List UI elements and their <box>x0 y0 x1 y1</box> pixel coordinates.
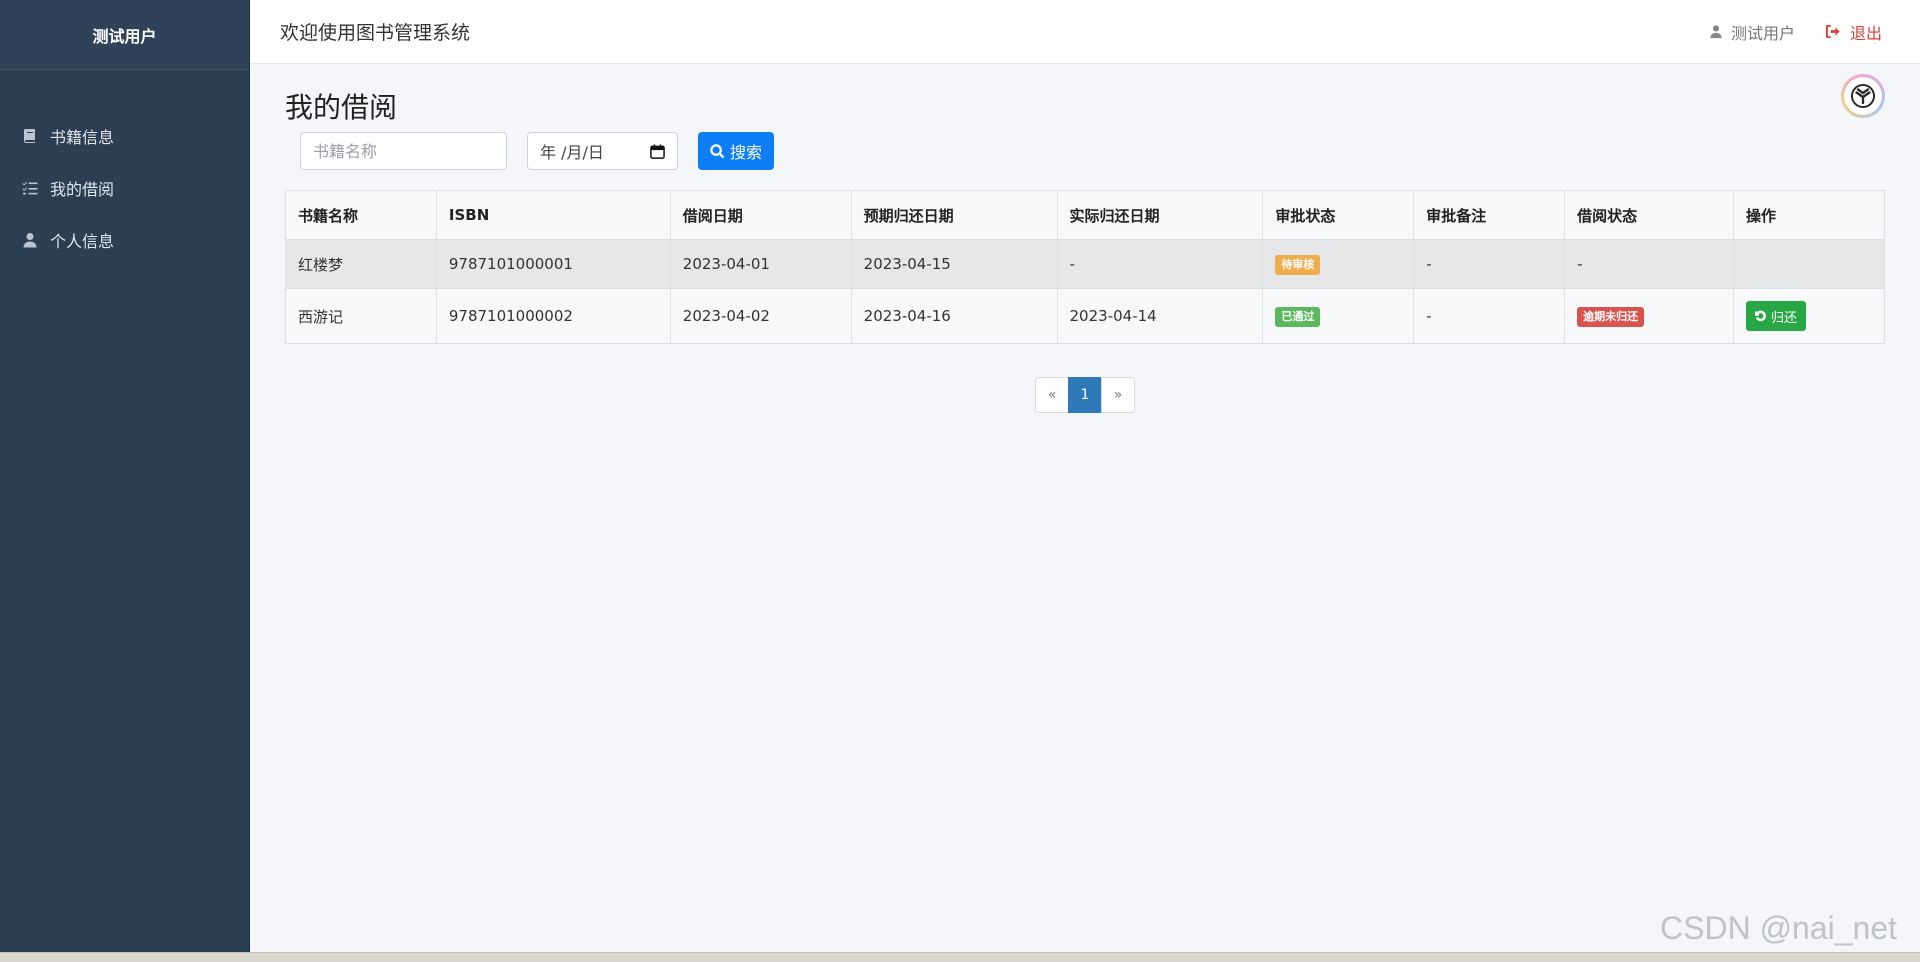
sidebar-nav: 书籍信息 我的借阅 个人信息 <box>0 110 249 266</box>
column-header: 操作 <box>1733 190 1885 240</box>
cell-borrow-status: 逾期未归还 <box>1564 288 1735 344</box>
search-button-label: 搜索 <box>730 143 763 162</box>
os-taskbar <box>0 952 1920 962</box>
sidebar-item-label: 书籍信息 <box>50 128 115 147</box>
list-check-icon <box>22 180 38 196</box>
cell-borrow-date: 2023-04-01 <box>669 239 852 289</box>
cell-book-name: 红楼梦 <box>285 239 437 289</box>
date-placeholder: 年 /月/日 <box>540 143 604 162</box>
main-content: 我的借阅 年 /月/日 搜索 书籍名称 ISBN 借阅日期 预期归还日期 实际归… <box>285 64 1885 344</box>
borrow-date-input[interactable]: 年 /月/日 <box>527 132 678 170</box>
cell-isbn: 9787101000002 <box>435 288 671 344</box>
column-header: 借阅日期 <box>669 190 852 240</box>
cell-actual-return: 2023-04-14 <box>1056 288 1264 344</box>
user-icon <box>22 232 38 248</box>
undo-icon <box>1755 310 1766 322</box>
return-button[interactable]: 归还 <box>1746 301 1807 331</box>
cell-approval-status: 已通过 <box>1262 288 1415 344</box>
column-header: 书籍名称 <box>285 190 437 240</box>
header-user[interactable]: 测试用户 <box>1709 20 1795 44</box>
table-row: 西游记 9787101000002 2023-04-02 2023-04-16 … <box>285 288 1885 344</box>
top-header: 欢迎使用图书管理系统 测试用户 退出 <box>250 0 1920 64</box>
logout-button[interactable]: 退出 <box>1825 20 1882 44</box>
search-icon <box>710 143 725 158</box>
header-right: 测试用户 退出 <box>1709 20 1882 44</box>
watermark: CSDN @nai_net <box>1660 910 1898 946</box>
column-header: 借阅状态 <box>1564 190 1735 240</box>
cell-isbn: 9787101000001 <box>435 239 671 289</box>
header-user-label: 测试用户 <box>1730 23 1795 43</box>
column-header: 预期归还日期 <box>850 190 1058 240</box>
pagination-prev[interactable]: « <box>1035 377 1069 413</box>
status-badge: 逾期未归还 <box>1577 306 1645 327</box>
borrow-table: 书籍名称 ISBN 借阅日期 预期归还日期 实际归还日期 审批状态 审批备注 借… <box>285 190 1885 344</box>
book-icon <box>22 128 38 144</box>
table-row: 红楼梦 9787101000001 2023-04-01 2023-04-15 … <box>285 239 1885 289</box>
cell-approval-note: - <box>1413 288 1566 344</box>
column-header: 审批备注 <box>1413 190 1566 240</box>
search-bar: 年 /月/日 搜索 <box>300 132 1885 170</box>
sign-out-icon <box>1825 24 1840 39</box>
cell-approval-note: - <box>1413 239 1566 289</box>
sidebar: 测试用户 书籍信息 我的借阅 个人信息 <box>0 0 250 952</box>
cell-approval-status: 待审核 <box>1262 239 1415 289</box>
sidebar-item-book-info[interactable]: 书籍信息 <box>0 110 249 162</box>
calendar-icon <box>650 143 665 159</box>
page-title: 我的借阅 <box>285 91 398 124</box>
cell-action <box>1733 239 1885 289</box>
column-header: ISBN <box>435 190 671 240</box>
sidebar-brand: 测试用户 <box>0 0 249 70</box>
cell-expected-return: 2023-04-16 <box>850 288 1058 344</box>
table-header-row: 书籍名称 ISBN 借阅日期 预期归还日期 实际归还日期 审批状态 审批备注 借… <box>285 190 1885 240</box>
sidebar-item-profile[interactable]: 个人信息 <box>0 214 249 266</box>
column-header: 实际归还日期 <box>1056 190 1264 240</box>
sidebar-item-my-borrow[interactable]: 我的借阅 <box>0 162 249 214</box>
pagination: « 1 » <box>1035 377 1135 413</box>
cell-action: 归还 <box>1733 288 1885 344</box>
status-badge: 已通过 <box>1275 306 1321 327</box>
column-header: 审批状态 <box>1262 190 1415 240</box>
cell-borrow-date: 2023-04-02 <box>669 288 852 344</box>
book-name-input[interactable] <box>300 132 507 170</box>
pagination-next[interactable]: » <box>1101 377 1135 413</box>
cell-actual-return: - <box>1056 239 1264 289</box>
header-title: 欢迎使用图书管理系统 <box>280 22 471 44</box>
user-icon <box>1710 25 1722 39</box>
logout-label: 退出 <box>1849 23 1882 43</box>
sidebar-item-label: 个人信息 <box>50 232 115 251</box>
status-badge: 待审核 <box>1275 254 1321 275</box>
cell-borrow-status: - <box>1564 239 1735 289</box>
cell-expected-return: 2023-04-15 <box>850 239 1058 289</box>
cell-book-name: 西游记 <box>285 288 437 344</box>
pagination-page-1[interactable]: 1 <box>1068 377 1102 413</box>
sidebar-item-label: 我的借阅 <box>50 180 115 199</box>
return-button-label: 归还 <box>1771 310 1798 326</box>
search-button[interactable]: 搜索 <box>698 132 775 170</box>
